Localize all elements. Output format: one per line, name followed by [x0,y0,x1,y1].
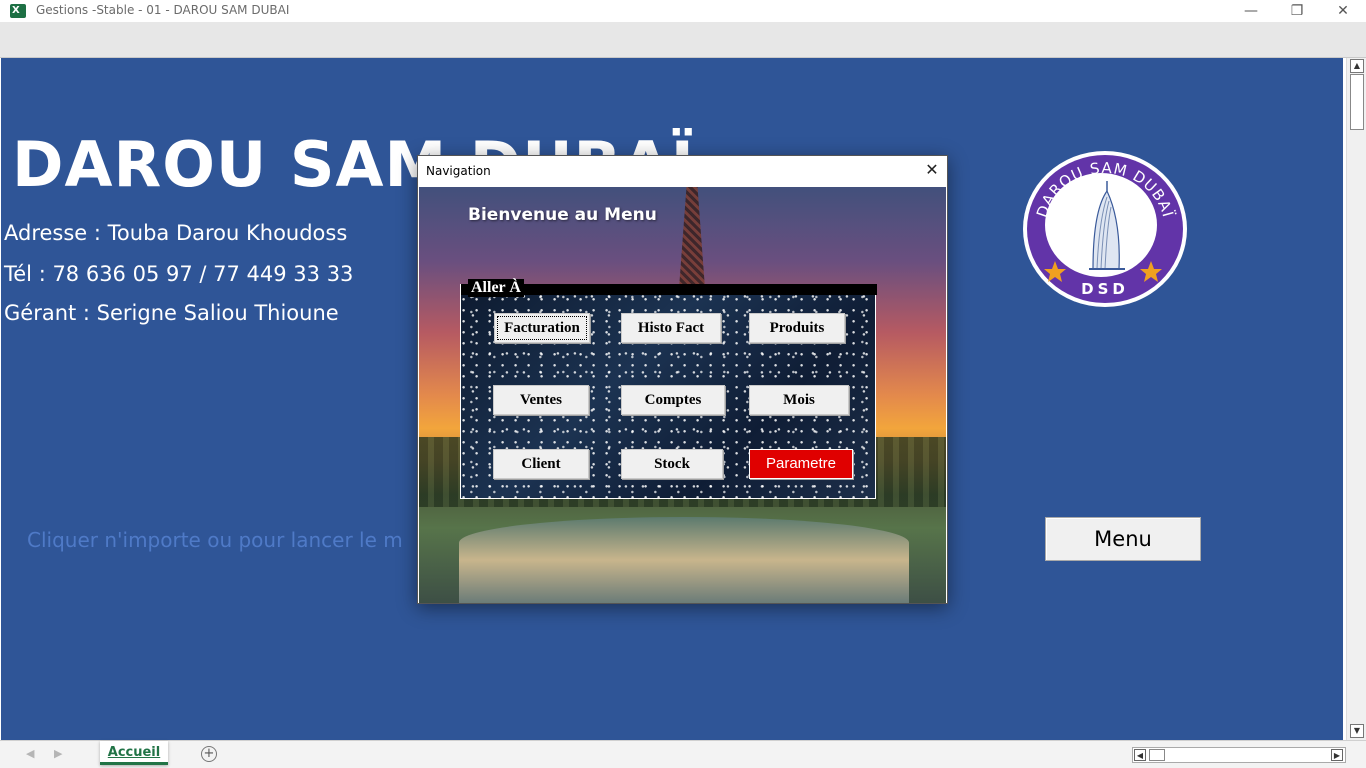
dialog-background-image: Bienvenue au Menu Aller À Facturation Hi… [419,187,946,603]
ventes-button[interactable]: Ventes [493,385,589,415]
tab-accueil[interactable]: Accueil [100,741,168,765]
dialog-title: Navigation [426,164,491,178]
stock-button[interactable]: Stock [621,449,723,479]
welcome-text: Bienvenue au Menu [468,205,657,225]
navigation-dialog: Navigation ✕ Bienvenue au Menu Aller À F… [417,155,948,604]
horizontal-scrollbar[interactable]: ◀ ▶ [1132,747,1346,763]
histo-fact-button[interactable]: Histo Fact [621,313,721,343]
close-window-button[interactable]: ✕ [1320,0,1366,22]
burj-al-arab-icon: DAROU SAM DUBAÏ DSD [1033,159,1177,298]
window-title: Gestions -Stable - 01 - DAROU SAM DUBAI [36,3,290,17]
excel-icon: X [10,4,26,18]
sheet-tab-bar: ◀ ▶ Accueil + ◀ ▶ [0,740,1366,768]
mois-button[interactable]: Mois [749,385,849,415]
fountain-pool-image [459,517,909,603]
tab-next-icon[interactable]: ▶ [54,747,62,760]
scroll-up-icon[interactable]: ▲ [1350,59,1364,73]
frame-label: Aller À [468,279,524,297]
facturation-button[interactable]: Facturation [494,313,590,343]
address-text: Adresse : Touba Darou Khoudoss [4,221,348,245]
comptes-button[interactable]: Comptes [621,385,725,415]
eiffel-tower-image [679,187,705,287]
tab-prev-icon[interactable]: ◀ [26,747,34,760]
hint-text: Cliquer n'importe ou pour lancer le m [27,528,403,552]
restore-button[interactable]: ❐ [1274,0,1320,22]
hscroll-thumb[interactable] [1149,749,1165,761]
minimize-button[interactable]: — [1228,0,1274,22]
phone-text: Tél : 78 636 05 97 / 77 449 33 33 [4,262,354,286]
svg-text:DSD: DSD [1081,280,1129,298]
scroll-left-icon[interactable]: ◀ [1134,749,1146,761]
scroll-down-icon[interactable]: ▼ [1350,724,1364,738]
parametre-button[interactable]: Parametre [749,449,853,479]
manager-text: Gérant : Serigne Saliou Thioune [4,301,339,325]
vertical-scrollbar[interactable]: ▲ ▼ [1346,58,1366,740]
produits-button[interactable]: Produits [749,313,845,343]
dialog-close-button[interactable]: ✕ [923,160,941,180]
client-button[interactable]: Client [493,449,589,479]
title-bar: X Gestions -Stable - 01 - DAROU SAM DUBA… [0,0,1366,22]
menu-button[interactable]: Menu [1045,517,1201,561]
navigation-frame: Aller À Facturation Histo Fact Produits … [460,279,877,499]
add-sheet-icon[interactable]: + [201,746,217,762]
scroll-thumb[interactable] [1350,74,1364,130]
company-logo: DAROU SAM DUBAÏ DSD [1023,151,1187,307]
scroll-right-icon[interactable]: ▶ [1331,749,1343,761]
ribbon-strip [0,22,1366,58]
